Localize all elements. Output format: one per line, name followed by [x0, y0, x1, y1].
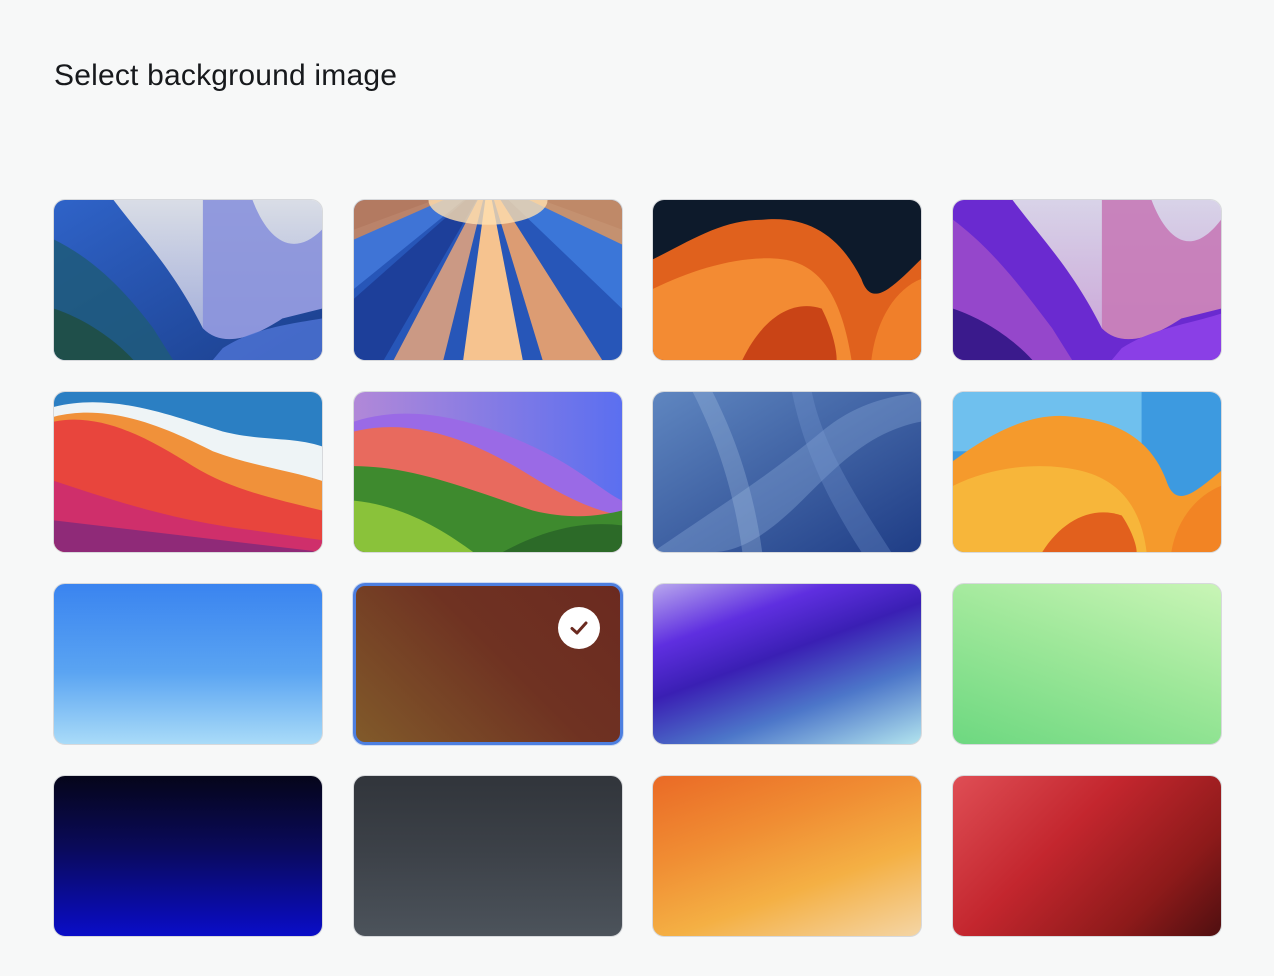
wallpaper-tile-midnight-blue[interactable]	[53, 775, 323, 937]
wallpaper-tile-sonoma-hills[interactable]	[352, 391, 623, 553]
wallpaper-tile-slate-gray[interactable]	[352, 775, 623, 937]
wallpaper-preview	[353, 392, 622, 552]
wallpaper-preview	[54, 200, 322, 360]
wallpaper-tile-sequoia-blue[interactable]	[53, 199, 323, 361]
wallpaper-preview	[952, 200, 1221, 360]
wallpaper-grid	[53, 199, 1222, 937]
page-title: Select background image	[54, 59, 398, 92]
wallpaper-preview	[353, 200, 622, 360]
wallpaper-tile-sky-blue[interactable]	[53, 583, 323, 745]
checkmark-icon	[570, 621, 588, 635]
wallpaper-tile-violet[interactable]	[652, 583, 923, 745]
wallpaper-tile-sunset-orange[interactable]	[652, 775, 923, 937]
wallpaper-tile-mint-green[interactable]	[951, 583, 1222, 745]
wallpaper-preview	[54, 392, 322, 552]
wallpaper-tile-ventura-dark[interactable]	[652, 199, 923, 361]
wallpaper-tile-sunrise-rays[interactable]	[352, 199, 623, 361]
selected-badge	[557, 607, 600, 649]
wallpaper-tile-brown[interactable]	[352, 583, 623, 745]
wallpaper-tile-ventura-light[interactable]	[951, 391, 1222, 553]
wallpaper-tile-blue-waves[interactable]	[652, 391, 923, 553]
wallpaper-tile-crimson[interactable]	[951, 775, 1222, 937]
wallpaper-tile-monterey-purple[interactable]	[951, 199, 1222, 361]
wallpaper-tile-big-sur-red[interactable]	[53, 391, 323, 553]
wallpaper-preview	[952, 392, 1221, 552]
wallpaper-preview	[653, 200, 922, 360]
wallpaper-preview	[653, 392, 922, 552]
background-picker: Select background image	[0, 0, 1274, 976]
